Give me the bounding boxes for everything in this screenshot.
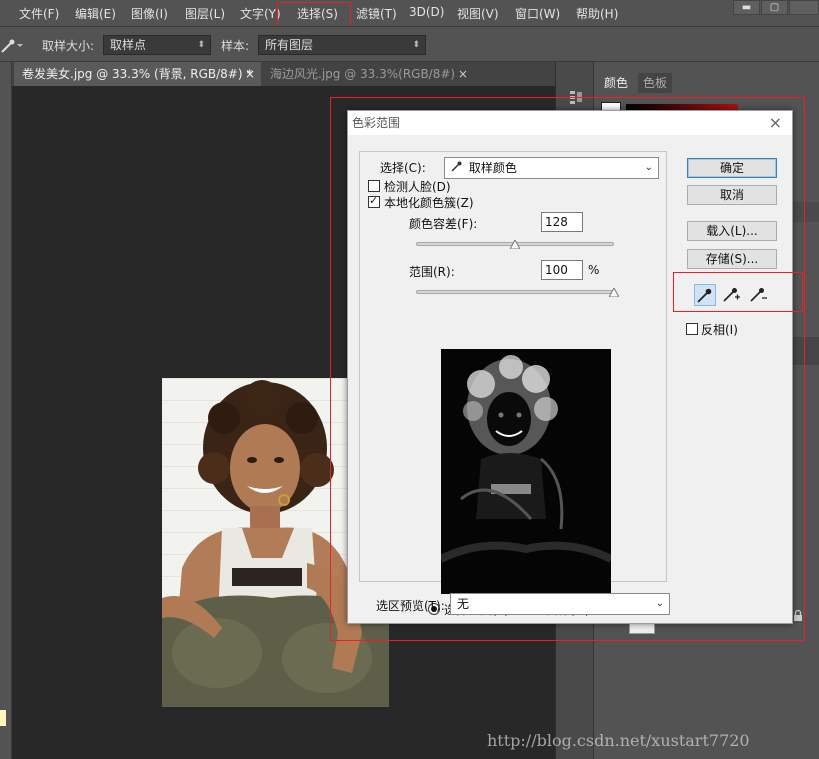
menu-type[interactable]: 文字(Y) (240, 5, 281, 22)
sample-select[interactable]: 所有图层 ⬍ (258, 35, 426, 55)
tab-color[interactable]: 颜色 (599, 73, 634, 93)
sample-size-label: 取样大小: (42, 39, 95, 53)
color-panel-header: 颜色 色板 (594, 72, 819, 94)
options-bar: 取样大小: 取样点 ⬍ 样本: 所有图层 ⬍ (0, 26, 819, 62)
dialog-highlight (330, 97, 805, 641)
eyedropper-highlight (673, 272, 803, 312)
menu-3d[interactable]: 3D(D) (409, 5, 444, 19)
tab-swatches[interactable]: 色板 (638, 73, 673, 93)
tab-label: 卷发美女.jpg @ 33.3% (背景, RGB/8#) * (22, 67, 253, 81)
document-tabs: 卷发美女.jpg @ 33.3% (背景, RGB/8#) * × 海边风光.j… (12, 62, 555, 86)
minimize-button[interactable]: ▬ (733, 0, 760, 15)
sample-value: 所有图层 (265, 38, 314, 52)
tab-curly-hair-girl[interactable]: 卷发美女.jpg @ 33.3% (背景, RGB/8#) * × (14, 62, 261, 86)
sample-size-select[interactable]: 取样点 ⬍ (103, 35, 211, 55)
menu-bar: 文件(F) 编辑(E) 图像(I) 图层(L) 文字(Y) 选择(S) 滤镜(T… (0, 0, 819, 26)
menu-window[interactable]: 窗口(W) (515, 5, 560, 22)
chevron-updown-icon: ⬍ (197, 40, 205, 50)
foreground-swatch[interactable] (0, 710, 6, 726)
tools-panel (0, 62, 12, 759)
tab-label: 海边风光.jpg @ 33.3%(RGB/8#) (270, 67, 456, 81)
menu-view[interactable]: 视图(V) (457, 5, 499, 22)
menu-file[interactable]: 文件(F) (19, 5, 59, 22)
eyedropper-tool-icon[interactable] (0, 36, 26, 54)
menu-image[interactable]: 图像(I) (131, 5, 168, 22)
tab-seaside[interactable]: 海边风光.jpg @ 33.3%(RGB/8#) × (262, 62, 474, 86)
menu-edit[interactable]: 编辑(E) (75, 5, 116, 22)
menu-filter[interactable]: 滤镜(T) (356, 5, 397, 22)
sample-label: 样本: (221, 39, 250, 53)
close-icon[interactable]: × (245, 62, 255, 86)
menu-layer[interactable]: 图层(L) (185, 5, 225, 22)
sample-size-value: 取样点 (110, 38, 147, 52)
restore-button[interactable]: ▢ (761, 0, 788, 15)
close-icon[interactable]: × (458, 62, 468, 86)
chevron-updown-icon: ⬍ (412, 40, 420, 50)
close-window-button[interactable] (789, 0, 819, 15)
watermark: http://blog.csdn.net/xustart7720 (487, 731, 750, 750)
menu-help[interactable]: 帮助(H) (576, 5, 618, 22)
